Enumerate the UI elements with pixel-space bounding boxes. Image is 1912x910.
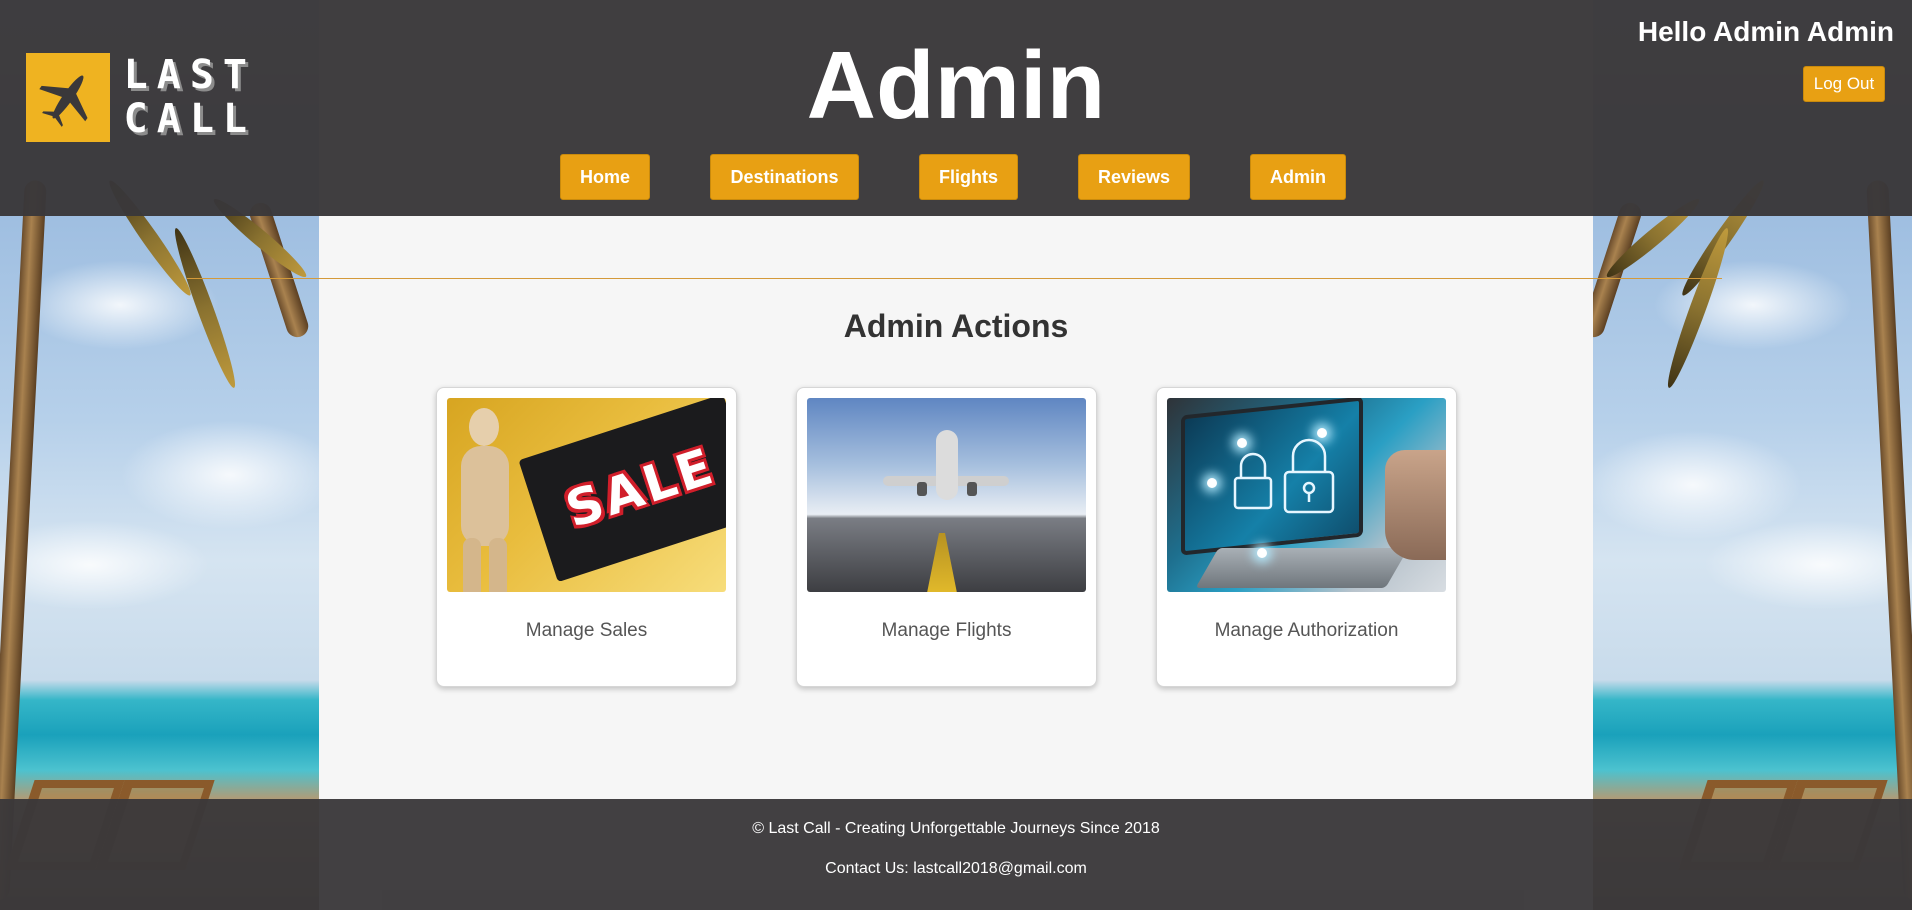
airplane-icon [26,52,110,142]
card-label: Manage Authorization [1214,620,1399,641]
manage-flights-card[interactable]: Manage Flights [796,387,1097,687]
padlock-icon [1233,438,1335,514]
sale-image-text: SALE [558,436,723,540]
nav-destinations-button[interactable]: Destinations [710,154,859,200]
footer-copyright: © Last Call - Creating Unforgettable Jou… [752,820,1160,837]
logout-button[interactable]: Log Out [1803,66,1885,102]
logo-text: LAST CALL [124,55,256,139]
airplane-takeoff-image [807,398,1086,592]
logo-text-line1: LAST [123,52,256,98]
footer-contact: Contact Us: lastcall2018@gmail.com [825,860,1087,877]
page-title: Admin [806,32,1106,139]
section-title: Admin Actions [843,308,1069,344]
nav-home-button[interactable]: Home [560,154,650,200]
main-nav: Home Destinations Flights Reviews Admin [0,154,1912,200]
logo[interactable]: LAST CALL [26,52,256,142]
footer-bar [0,799,1912,910]
nav-flights-button[interactable]: Flights [919,154,1018,200]
card-label: Manage Sales [525,620,648,641]
nav-admin-button[interactable]: Admin [1250,154,1346,200]
manage-sales-card[interactable]: SALE Manage Sales [436,387,737,687]
card-label: Manage Flights [881,620,1012,641]
manage-authorization-card[interactable]: Manage Authorization [1156,387,1457,687]
nav-reviews-button[interactable]: Reviews [1078,154,1190,200]
sale-image: SALE [447,398,726,592]
security-lock-image [1167,398,1446,592]
logo-text-line2: CALL [123,96,256,142]
section-divider [187,278,1722,279]
user-greeting: Hello Admin Admin [1637,16,1894,47]
